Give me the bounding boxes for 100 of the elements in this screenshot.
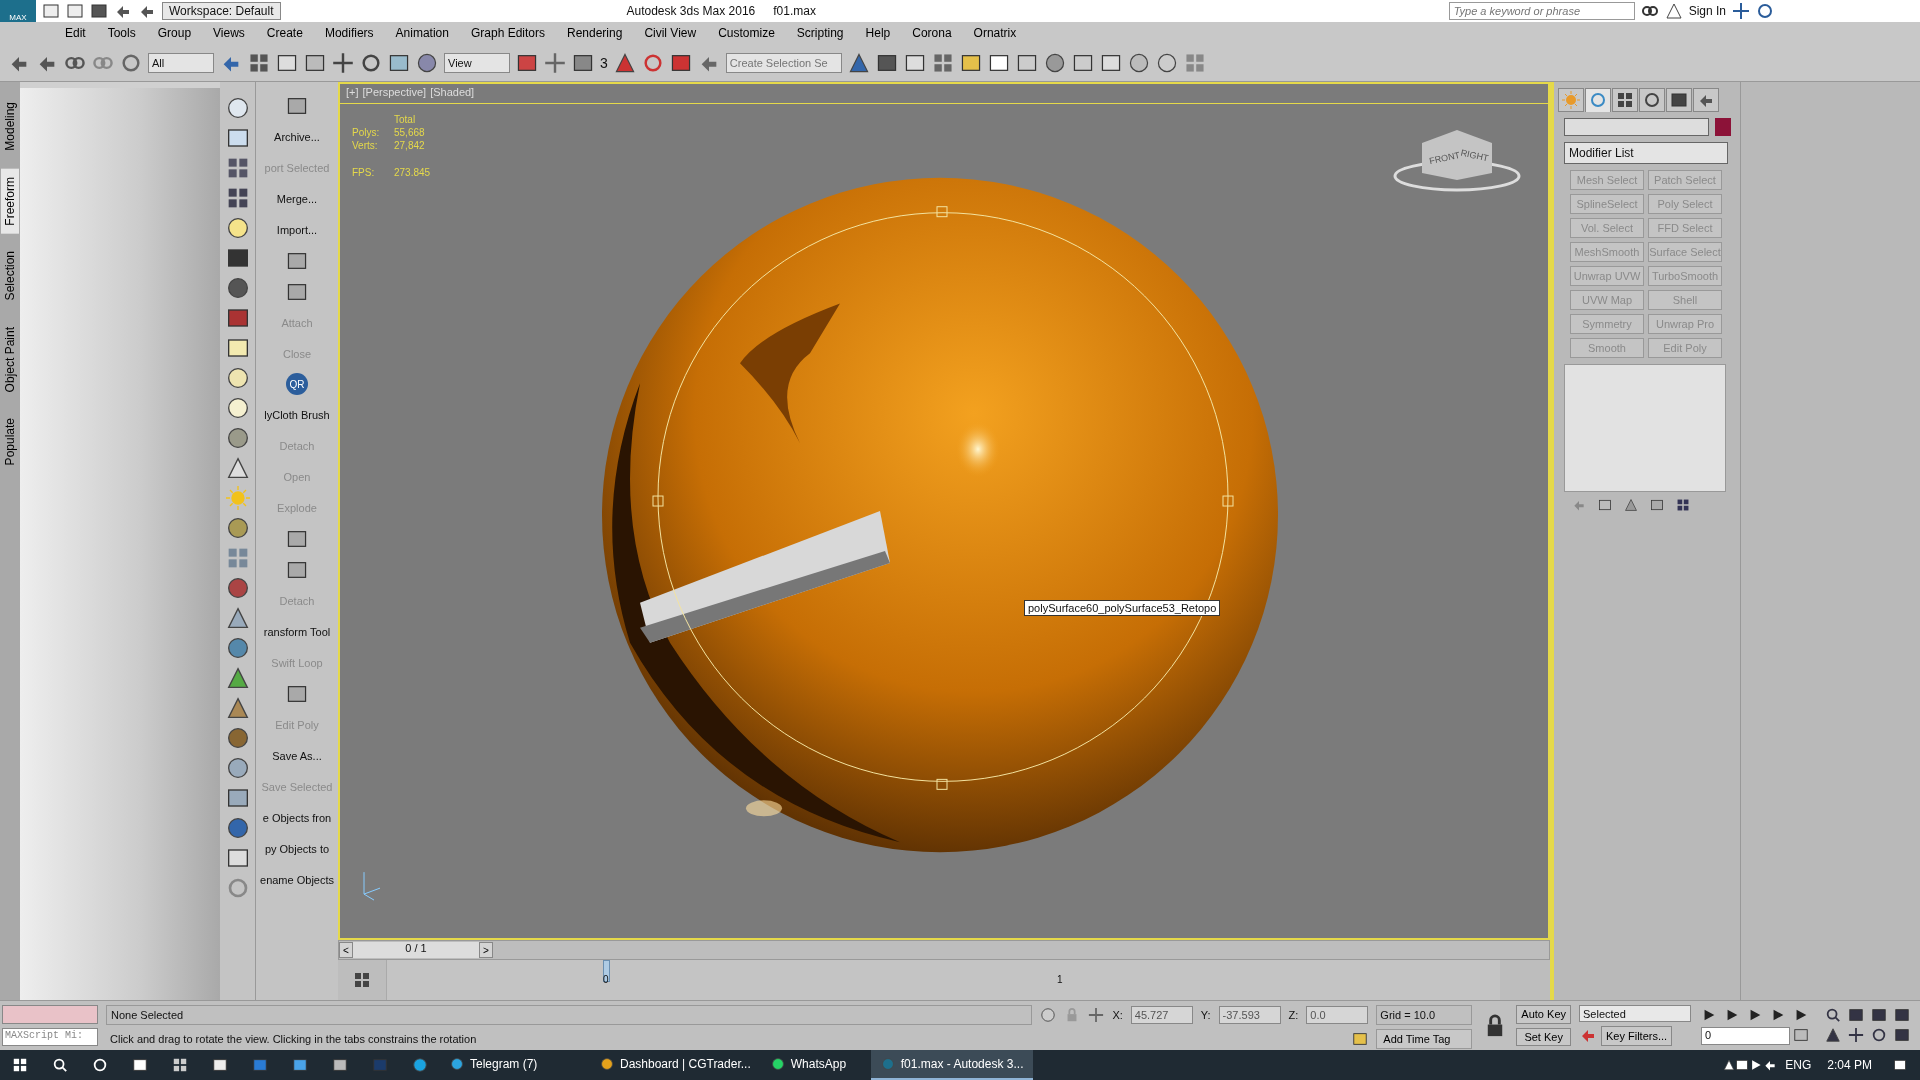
- time-handle[interactable]: [603, 960, 610, 982]
- sphere-icon[interactable]: [225, 756, 250, 780]
- grid-size: Grid = 10.0: [1376, 1005, 1473, 1025]
- frame-icon[interactable]: [225, 126, 250, 150]
- cross-icon[interactable]: [544, 51, 566, 74]
- list-icon[interactable]: [931, 51, 954, 74]
- script-button[interactable]: Save As...: [256, 740, 338, 771]
- coordinate-label: Y:: [1200, 1009, 1211, 1021]
- ribbon-tab[interactable]: Selection: [1, 243, 19, 309]
- app-icon[interactable]: [450, 1057, 464, 1071]
- taskbar-app[interactable]: WhatsApp: [760, 1050, 871, 1080]
- menu-item[interactable]: Customize: [707, 22, 786, 44]
- taskbar-app[interactable]: Telegram (7): [440, 1050, 590, 1080]
- menu-item[interactable]: Tools: [96, 22, 147, 44]
- app-logo[interactable]: MAX: [0, 0, 36, 22]
- menu-item[interactable]: Create: [255, 22, 314, 44]
- object-color-swatch[interactable]: [1715, 118, 1731, 136]
- menu-item[interactable]: Civil View: [633, 22, 708, 44]
- stats-header: Total: [394, 114, 417, 125]
- coordinate-label: Z:: [1288, 1009, 1299, 1021]
- panel-icon[interactable]: [225, 336, 250, 360]
- previous-frame-button[interactable]: <: [339, 942, 353, 958]
- menu-item[interactable]: Modifiers: [313, 22, 385, 44]
- ball-icon[interactable]: [225, 726, 250, 750]
- coordinate-system-dropdown[interactable]: View: [444, 52, 510, 73]
- search-icon[interactable]: [52, 1057, 68, 1073]
- sign-in-link[interactable]: Sign In: [1688, 4, 1726, 18]
- crosshair-icon[interactable]: [1088, 1007, 1105, 1023]
- taskbar-app[interactable]: Dashboard | CGTrader...: [590, 1050, 761, 1080]
- selection-filter-dropdown[interactable]: All: [148, 52, 214, 73]
- coordinate-field[interactable]: 0.0: [1306, 1006, 1369, 1024]
- coordinate-field[interactable]: -37.593: [1218, 1006, 1281, 1024]
- auto-key-button[interactable]: Auto Key: [1516, 1005, 1571, 1024]
- search-field[interactable]: Type a keyword or phrase: [1448, 2, 1635, 20]
- script-button[interactable]: Import...: [256, 214, 338, 245]
- modifier-list-dropdown[interactable]: Modifier List: [1564, 142, 1728, 164]
- add-time-tag-button[interactable]: Add Time Tag: [1376, 1029, 1473, 1049]
- save-icon[interactable]: [90, 2, 108, 20]
- ball-icon[interactable]: [416, 51, 438, 74]
- script-button[interactable]: py Objects to: [256, 833, 338, 864]
- menu-item[interactable]: Graph Editors: [459, 22, 556, 44]
- script-button[interactable]: ransform Tool: [256, 616, 338, 647]
- set-key-button[interactable]: Set Key: [1516, 1027, 1571, 1046]
- script-button[interactable]: e Objects fron: [256, 802, 338, 833]
- key-filters-button[interactable]: Key Filters...: [1601, 1026, 1673, 1046]
- language-indicator[interactable]: ENG: [1777, 1058, 1820, 1072]
- object-tooltip: polySurface60_polySurface53_Retopo: [1024, 600, 1221, 616]
- pan-icon[interactable]: [1848, 1027, 1864, 1043]
- sphere-icon[interactable]: [225, 816, 250, 840]
- object-name-field[interactable]: [1564, 118, 1709, 136]
- cone-icon[interactable]: [225, 456, 250, 480]
- script-listener-field[interactable]: [2, 1005, 98, 1025]
- script-button[interactable]: ename Objects: [256, 864, 338, 895]
- cortana-icon[interactable]: [92, 1057, 108, 1073]
- windows-start-icon[interactable]: [12, 1057, 28, 1073]
- app-icon[interactable]: [600, 1057, 614, 1071]
- maxscript-field[interactable]: MAXScript Mi:: [2, 1028, 98, 1046]
- next-frame-button[interactable]: >: [479, 942, 493, 958]
- key-mode-dropdown[interactable]: Selected: [1579, 1005, 1691, 1022]
- image-icon[interactable]: [225, 786, 250, 810]
- snap-toggle[interactable]: 3: [600, 54, 608, 71]
- menu-item[interactable]: Edit: [54, 22, 97, 44]
- menu-item[interactable]: Rendering: [556, 22, 634, 44]
- script-button[interactable]: lyCloth Brush: [256, 399, 338, 430]
- taskbar-app[interactable]: f01.max - Autodesk 3...: [870, 1050, 1034, 1080]
- calculator-icon[interactable]: [172, 1057, 188, 1073]
- menu-item[interactable]: Group: [146, 22, 203, 44]
- select-by-name-icon[interactable]: [248, 51, 270, 74]
- sphere-icon[interactable]: [225, 276, 250, 300]
- menu-item[interactable]: Animation: [384, 22, 460, 44]
- menu-item[interactable]: Scripting: [785, 22, 855, 44]
- coordinate-field[interactable]: 45.727: [1130, 1006, 1193, 1024]
- frame-field[interactable]: 0: [1701, 1027, 1790, 1045]
- stats-value: 55,668: [394, 127, 426, 138]
- ribbon-tab[interactable]: Populate: [1, 410, 19, 474]
- menu-item[interactable]: Ornatrix: [962, 22, 1028, 44]
- script-button[interactable]: Merge...: [256, 183, 338, 214]
- new-file-icon[interactable]: [42, 2, 60, 20]
- frame-tick: 1: [1057, 974, 1063, 985]
- zoom-icon[interactable]: [1825, 1007, 1841, 1023]
- workspace-dropdown[interactable]: Workspace: Default: [162, 2, 281, 20]
- ribbon-tab[interactable]: Object Paint: [1, 318, 19, 401]
- pyramid-icon[interactable]: [225, 606, 250, 630]
- stats-value: 27,842: [394, 140, 426, 151]
- script-badge[interactable]: QR: [286, 373, 308, 395]
- ribbon-tab[interactable]: Modeling: [1, 94, 19, 159]
- selection-set-field[interactable]: Create Selection Se: [725, 52, 842, 73]
- ribbon-tab[interactable]: Freeform: [1, 168, 19, 234]
- app-icon[interactable]: [770, 1057, 785, 1071]
- script-button[interactable]: Archive...: [256, 121, 338, 152]
- move-icon[interactable]: [332, 51, 354, 74]
- track-bar[interactable]: 0 1: [386, 960, 1500, 1000]
- menu-item[interactable]: Views: [202, 22, 256, 44]
- menu-item[interactable]: Corona: [901, 22, 963, 44]
- viewport[interactable]: [+] [Perspective] [Shaded] Total Polys: 55,668 Verts: 27,842 FPS: 273.845 FRONT RIGHT polySurface60_polySurface53_Retopo: [338, 82, 1550, 940]
- material-icon[interactable]: [1043, 51, 1066, 74]
- disc-icon[interactable]: [225, 396, 250, 420]
- up-caret-icon[interactable]: [1723, 1059, 1736, 1071]
- menu-item[interactable]: Help: [854, 22, 902, 44]
- clock[interactable]: 2:04 PM: [1819, 1058, 1880, 1072]
